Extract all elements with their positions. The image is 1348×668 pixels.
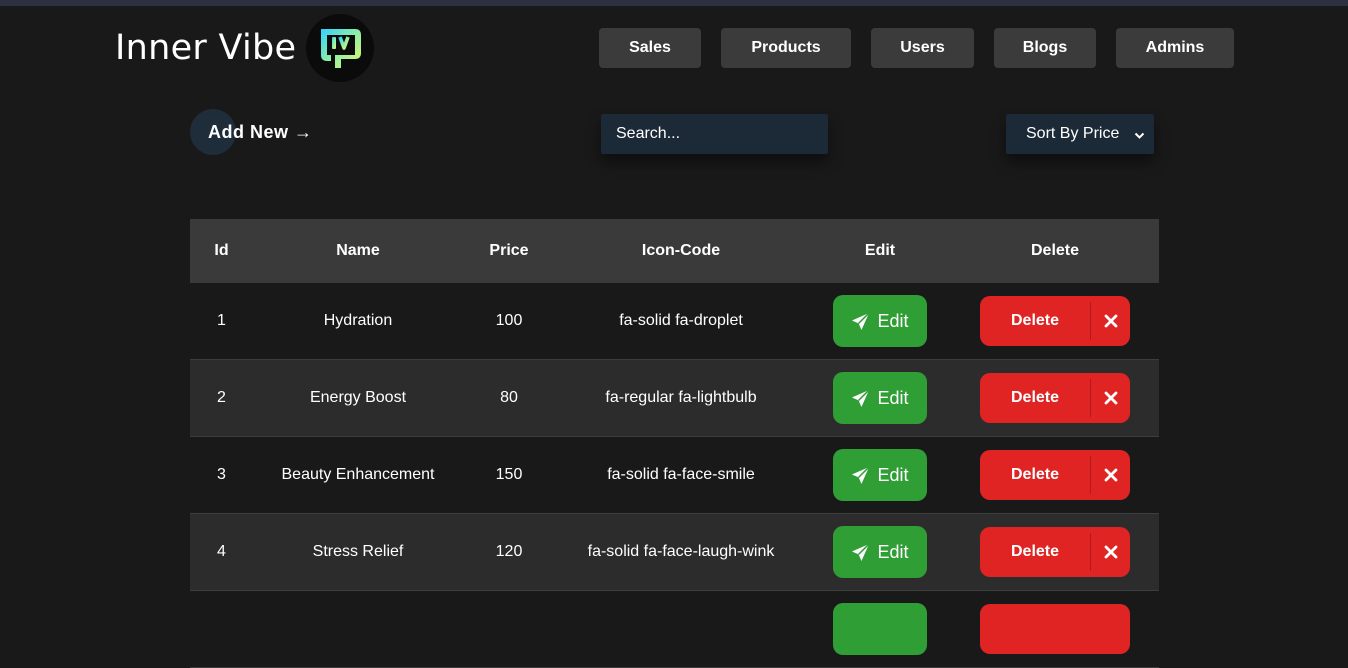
delete-button-label: Delete	[1010, 312, 1060, 329]
delete-button[interactable]	[980, 604, 1130, 654]
nav-users-button[interactable]: Users	[871, 28, 974, 68]
cell-id: 1	[217, 312, 226, 329]
column-header-price: Price	[489, 242, 529, 259]
delete-button[interactable]: Delete	[980, 296, 1130, 346]
cell-price: 120	[495, 543, 523, 560]
nav-sales-button[interactable]: Sales	[599, 28, 701, 68]
edit-button-label: Edit	[877, 310, 909, 331]
cell-name: Beauty Enhancement	[281, 466, 435, 483]
cell-price: 150	[495, 466, 523, 483]
edit-button-label: Edit	[877, 387, 909, 408]
cell-id: 3	[217, 466, 226, 483]
cell-price: 100	[495, 312, 523, 329]
close-icon	[1091, 527, 1130, 577]
table-row: 3 Beauty Enhancement 150 fa-solid fa-fac…	[190, 437, 1159, 514]
delete-button[interactable]: Delete	[980, 527, 1130, 577]
nav-products-button[interactable]: Products	[721, 28, 851, 68]
table-row: 4 Stress Relief 120 fa-solid fa-face-lau…	[190, 514, 1159, 591]
chevron-down-icon	[1134, 128, 1145, 146]
cell-name: Energy Boost	[309, 389, 407, 406]
paper-plane-icon	[851, 465, 871, 485]
delete-button[interactable]: Delete	[980, 373, 1130, 423]
column-header-delete: Delete	[1030, 242, 1080, 259]
brand[interactable]: Inner Vibe	[115, 14, 375, 82]
column-header-icon-code: Icon-Code	[641, 242, 721, 259]
table-row: 2 Energy Boost 80 fa-regular fa-lightbul…	[190, 360, 1159, 437]
cell-id: 2	[217, 389, 226, 406]
cell-price: 80	[500, 389, 518, 406]
delete-button[interactable]: Delete	[980, 450, 1130, 500]
paper-plane-icon	[851, 388, 871, 408]
add-new-label: Add New →	[208, 121, 313, 142]
sort-select-label: Sort By Price	[1026, 125, 1120, 142]
edit-button[interactable]: Edit	[833, 449, 927, 501]
search-input[interactable]	[601, 114, 828, 154]
table-header: Id Name Price Icon-Code Edit Delete	[190, 219, 1159, 283]
cell-name: Hydration	[323, 312, 393, 329]
products-table: Id Name Price Icon-Code Edit Delete 1 Hy…	[190, 219, 1159, 668]
iv-logo-icon	[306, 14, 375, 82]
sort-select[interactable]: Sort By Price	[1006, 114, 1154, 154]
cell-name: Stress Relief	[312, 543, 404, 560]
edit-button[interactable]: Edit	[833, 295, 927, 347]
table-row: 1 Hydration 100 fa-solid fa-droplet Edit…	[190, 283, 1159, 360]
table-row-partial	[190, 591, 1159, 668]
close-icon	[1091, 450, 1130, 500]
close-icon	[1091, 373, 1130, 423]
column-header-name: Name	[336, 242, 380, 259]
paper-plane-icon	[851, 311, 871, 331]
delete-button-label: Delete	[1010, 543, 1060, 560]
edit-button[interactable]	[833, 603, 927, 655]
cell-icon-code: fa-solid fa-face-laugh-wink	[587, 543, 775, 560]
edit-button-label: Edit	[877, 464, 909, 485]
nav-blogs-button[interactable]: Blogs	[994, 28, 1096, 68]
cell-id: 4	[217, 543, 226, 560]
brand-name: Inner Vibe	[115, 28, 297, 68]
cell-icon-code: fa-solid fa-face-smile	[607, 466, 755, 483]
nav-admins-button[interactable]: Admins	[1116, 28, 1234, 68]
delete-button-label: Delete	[1010, 466, 1060, 483]
cell-icon-code: fa-solid fa-droplet	[619, 312, 743, 329]
edit-button[interactable]: Edit	[833, 372, 927, 424]
column-header-id: Id	[214, 242, 229, 259]
edit-button[interactable]: Edit	[833, 526, 927, 578]
cell-icon-code: fa-regular fa-lightbulb	[605, 389, 757, 406]
add-new-button[interactable]: Add New →	[190, 109, 313, 155]
column-header-edit: Edit	[864, 242, 896, 259]
close-icon	[1091, 296, 1130, 346]
paper-plane-icon	[851, 542, 871, 562]
edit-button-label: Edit	[877, 541, 909, 562]
delete-button-label: Delete	[1010, 389, 1060, 406]
top-strip	[0, 0, 1348, 6]
